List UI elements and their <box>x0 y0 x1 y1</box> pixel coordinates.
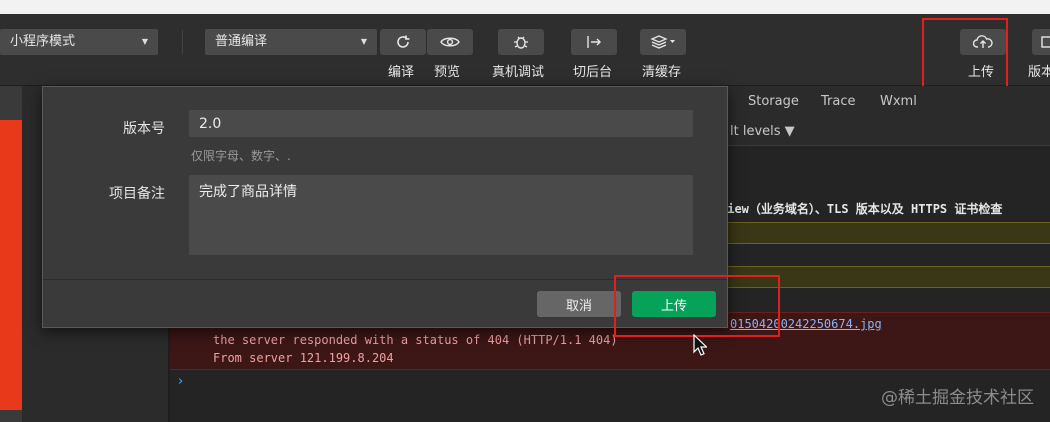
background-button[interactable] <box>571 29 617 55</box>
tab-trace[interactable]: Trace <box>821 94 856 109</box>
version-input[interactable]: 2.0 <box>189 110 693 137</box>
chevron-down-icon: ▼ <box>360 37 367 46</box>
version-field-label: 版本号 <box>123 121 165 137</box>
real-debug-label: 真机调试 <box>492 65 545 80</box>
switch-background-icon <box>585 34 603 50</box>
preview-button[interactable] <box>427 29 473 55</box>
toolbar: 小程序模式 ▼ 普通编译 ▼ 编译 预览 真机调试 切后台 清缓存 上传 版本 <box>0 14 1050 86</box>
background-label: 切后台 <box>573 65 613 80</box>
bug-icon <box>512 33 530 51</box>
compile-select-value: 普通编译 <box>215 34 268 49</box>
eye-icon <box>440 35 460 49</box>
log-levels-select[interactable]: lt levels ▼ <box>730 124 795 139</box>
layers-icon <box>650 34 676 50</box>
simulator-screen <box>0 120 22 410</box>
compile-button[interactable] <box>380 29 426 55</box>
highlight-box-dialog-upload <box>614 275 780 337</box>
refresh-icon <box>394 33 412 51</box>
version-button[interactable] <box>1032 29 1050 55</box>
mode-select[interactable]: 小程序模式 ▼ <box>0 29 158 55</box>
version-icon <box>1040 35 1050 49</box>
remark-field-label: 项目备注 <box>109 186 165 202</box>
remark-textarea[interactable]: 完成了商品详情 <box>189 175 693 255</box>
window-top-strip <box>0 0 1050 14</box>
compile-label: 编译 <box>388 65 415 80</box>
tab-storage[interactable]: Storage <box>748 94 799 109</box>
cancel-button[interactable]: 取消 <box>537 291 621 317</box>
console-filter-row: lt levels ▼ <box>700 118 1050 146</box>
version-hint: 仅限字母、数字、. <box>191 149 291 163</box>
clear-cache-label: 清缓存 <box>642 65 682 80</box>
tab-wxml[interactable]: Wxml <box>880 94 917 109</box>
highlight-box-toolbar-upload <box>922 18 1008 88</box>
version-label: 版本 <box>1028 65 1050 80</box>
mode-select-value: 小程序模式 <box>10 34 76 49</box>
toolbar-separator <box>182 30 183 54</box>
error-line: the server responded with a status of 40… <box>213 333 618 347</box>
error-line: From server 121.199.8.204 <box>213 351 394 365</box>
clear-cache-button[interactable] <box>640 29 686 55</box>
compile-select[interactable]: 普通编译 ▼ <box>205 29 377 55</box>
console-warning-text: view（业务域名）、TLS 版本以及 HTTPS 证书检查 <box>720 202 1003 216</box>
console-prompt-icon[interactable]: › <box>178 374 183 389</box>
mouse-cursor-icon <box>693 334 707 356</box>
real-debug-button[interactable] <box>498 29 544 55</box>
chevron-down-icon: ▼ <box>141 37 148 46</box>
devtools-tabs: Storage Trace Wxml <box>700 86 1050 118</box>
watermark: @稀土掘金技术社区 <box>881 388 1034 408</box>
preview-label: 预览 <box>434 65 461 80</box>
